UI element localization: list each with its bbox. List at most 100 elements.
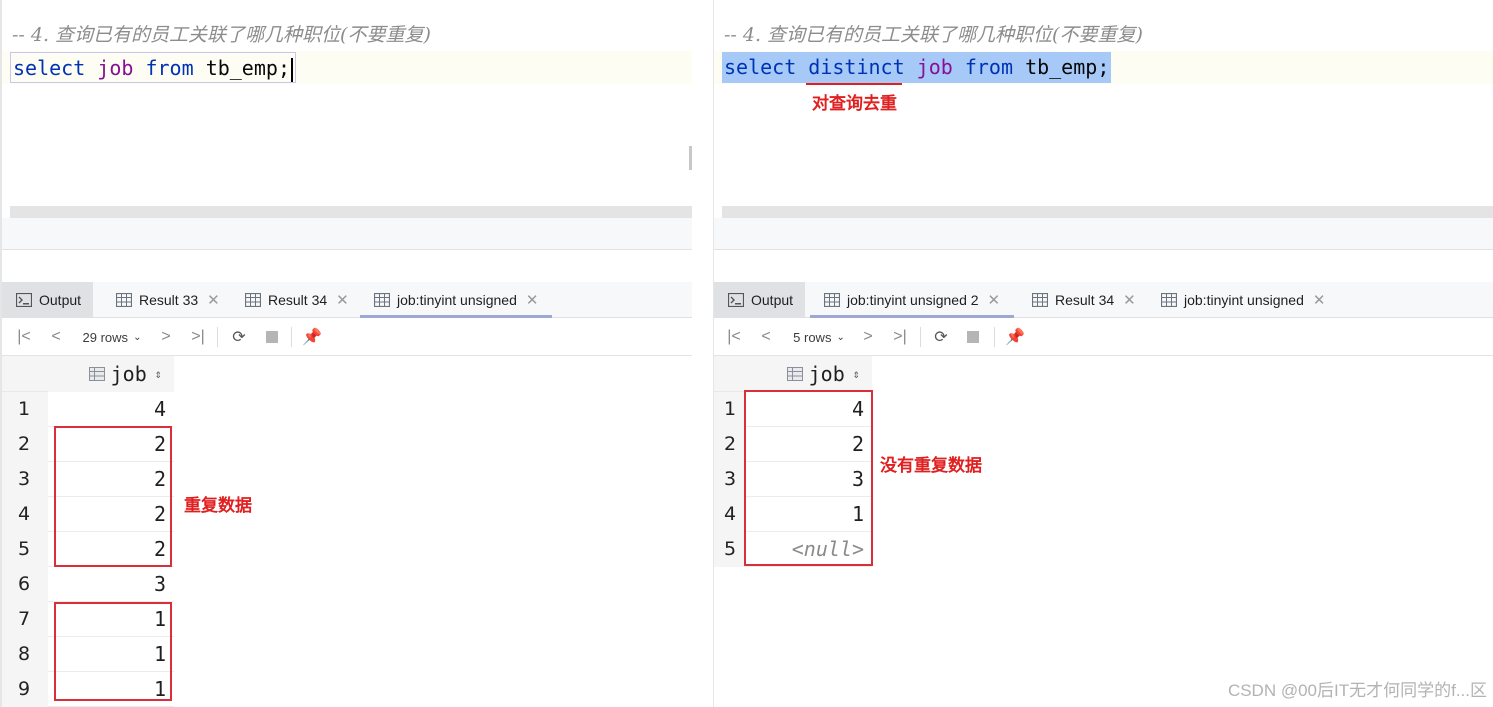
panel-divider[interactable] (2, 218, 692, 250)
tab-label: Result 33 (139, 292, 199, 308)
rows-count-dropdown[interactable]: 29 rows ⌄ (76, 318, 148, 356)
stop-icon[interactable] (960, 318, 986, 356)
row-number: 8 (18, 643, 31, 665)
column-header-label: job (808, 362, 845, 386)
editor-horizontal-scrollbar[interactable] (10, 206, 692, 218)
table-icon (1161, 293, 1177, 307)
tab-job-tinyint-unsigned[interactable]: job:tinyint unsigned ✕ (360, 282, 553, 318)
rows-count-dropdown[interactable]: 5 rows ⌄ (786, 318, 852, 356)
csdn-watermark: CSDN @00后IT无才何同学的f...区 (1227, 681, 1487, 700)
table-icon (374, 293, 390, 307)
editor-scroll-marker[interactable] (689, 146, 692, 170)
tab-label: Output (751, 292, 794, 308)
keyword-select: select (13, 56, 86, 80)
refresh-icon[interactable]: ⟳ (928, 318, 954, 356)
sql-editor[interactable]: -- 4. 查询已有的员工关联了哪几种职位(不要重复) select job f… (2, 0, 692, 206)
row-number: 2 (18, 433, 31, 455)
pin-icon[interactable]: 📌 (299, 318, 325, 356)
duplicate-highlight-box (54, 426, 172, 567)
sort-icon[interactable]: ⇕ (155, 367, 162, 381)
keyword-from: from (964, 55, 1014, 79)
sql-comment: -- 4. 查询已有的员工关联了哪几种职位(不要重复) (724, 24, 1143, 46)
keyword-from: from (145, 56, 194, 80)
duplicate-data-annotation: 重复数据 (184, 496, 252, 516)
tab-output[interactable]: Output (714, 282, 806, 318)
cell-job[interactable]: 3 (48, 567, 174, 602)
prev-page-icon[interactable]: < (44, 318, 68, 356)
no-duplicate-annotation: 没有重复数据 (880, 456, 982, 476)
last-page-icon[interactable]: >| (888, 318, 912, 356)
close-icon[interactable]: ✕ (1123, 291, 1136, 309)
sql-editor[interactable]: -- 4. 查询已有的员工关联了哪几种职位(不要重复) select disti… (714, 0, 1493, 206)
tab-result-33[interactable]: Result 33 ✕ (116, 282, 220, 318)
tab-job-tinyint-unsigned[interactable]: job:tinyint unsigned ✕ (1161, 282, 1325, 318)
rows-count-label: 5 rows (793, 329, 832, 345)
row-number: 1 (724, 398, 737, 420)
next-page-icon[interactable]: > (856, 318, 880, 356)
result-tabbar: Output job:tinyint unsigned 2 ✕ Result 3… (714, 282, 1493, 318)
first-page-icon[interactable]: |< (12, 318, 36, 356)
result-tabbar: Output Result 33 ✕ Result 34 ✕ job:tinyi… (2, 282, 692, 318)
panel-divider[interactable] (714, 218, 1493, 250)
column-icon (88, 367, 105, 381)
row-number: 3 (724, 468, 737, 490)
toolbar-separator (994, 327, 995, 347)
chevron-down-icon: ⌄ (133, 331, 142, 343)
result-toolbar: |< < 5 rows ⌄ > >| ⟳ 📌 (714, 318, 1493, 356)
column-icon (786, 367, 803, 381)
toolbar-separator (291, 327, 292, 347)
column-header-label: job (110, 362, 147, 386)
output-icon (728, 293, 744, 307)
close-icon[interactable]: ✕ (207, 291, 220, 309)
table-icon (1032, 293, 1048, 307)
grid-corner[interactable] (714, 356, 746, 392)
row-number: 7 (18, 608, 31, 630)
prev-page-icon[interactable]: < (754, 318, 778, 356)
tab-label: Output (39, 292, 82, 308)
close-icon[interactable]: ✕ (988, 291, 1001, 309)
cell-job[interactable]: 4 (48, 392, 174, 427)
tab-label: Result 34 (1055, 292, 1115, 308)
rows-count-label: 29 rows (82, 329, 129, 345)
pin-icon[interactable]: 📌 (1002, 318, 1028, 356)
column-header-job[interactable]: job ⇕ (48, 356, 174, 392)
editor-horizontal-scrollbar[interactable] (722, 206, 1493, 218)
chevron-down-icon: ⌄ (836, 331, 845, 343)
sql-statement[interactable]: select job from tb_emp; (10, 52, 296, 83)
tab-label: job:tinyint unsigned (397, 292, 517, 308)
distinct-result-highlight-box (744, 390, 873, 566)
row-number: 4 (724, 503, 737, 525)
output-icon (16, 293, 32, 307)
first-page-icon[interactable]: |< (722, 318, 746, 356)
tab-job-tinyint-unsigned-2[interactable]: job:tinyint unsigned 2 ✕ (810, 282, 1015, 318)
table-icon (116, 293, 132, 307)
row-number: 9 (18, 678, 31, 700)
row-number: 2 (724, 433, 737, 455)
statement-end: ; (1097, 55, 1110, 79)
close-icon[interactable]: ✕ (336, 291, 349, 309)
stop-icon[interactable] (259, 318, 285, 356)
tab-label: job:tinyint unsigned 2 (847, 292, 979, 308)
next-page-icon[interactable]: > (154, 318, 178, 356)
toolbar-separator (920, 327, 921, 347)
table-name: tb_emp (205, 56, 278, 80)
text-caret (290, 57, 293, 82)
tab-output[interactable]: Output (2, 282, 94, 318)
tab-result-34[interactable]: Result 34 ✕ (245, 282, 349, 318)
tab-result-34[interactable]: Result 34 ✕ (1032, 282, 1136, 318)
table-icon (824, 293, 840, 307)
column-job: job (97, 56, 134, 80)
right-ide-panel: -- 4. 查询已有的员工关联了哪几种职位(不要重复) select disti… (713, 0, 1493, 707)
sort-icon[interactable]: ⇕ (853, 367, 860, 381)
table-icon (245, 293, 261, 307)
row-number: 3 (18, 468, 31, 490)
sql-statement-selected[interactable]: select distinct job from tb_emp; (722, 52, 1112, 83)
close-icon[interactable]: ✕ (526, 291, 539, 309)
column-header-job[interactable]: job ⇕ (746, 356, 872, 392)
keyword-select: select (724, 55, 797, 79)
grid-corner[interactable] (2, 356, 48, 392)
refresh-icon[interactable]: ⟳ (226, 318, 252, 356)
statement-end: ; (277, 56, 290, 80)
last-page-icon[interactable]: >| (186, 318, 210, 356)
close-icon[interactable]: ✕ (1313, 291, 1326, 309)
